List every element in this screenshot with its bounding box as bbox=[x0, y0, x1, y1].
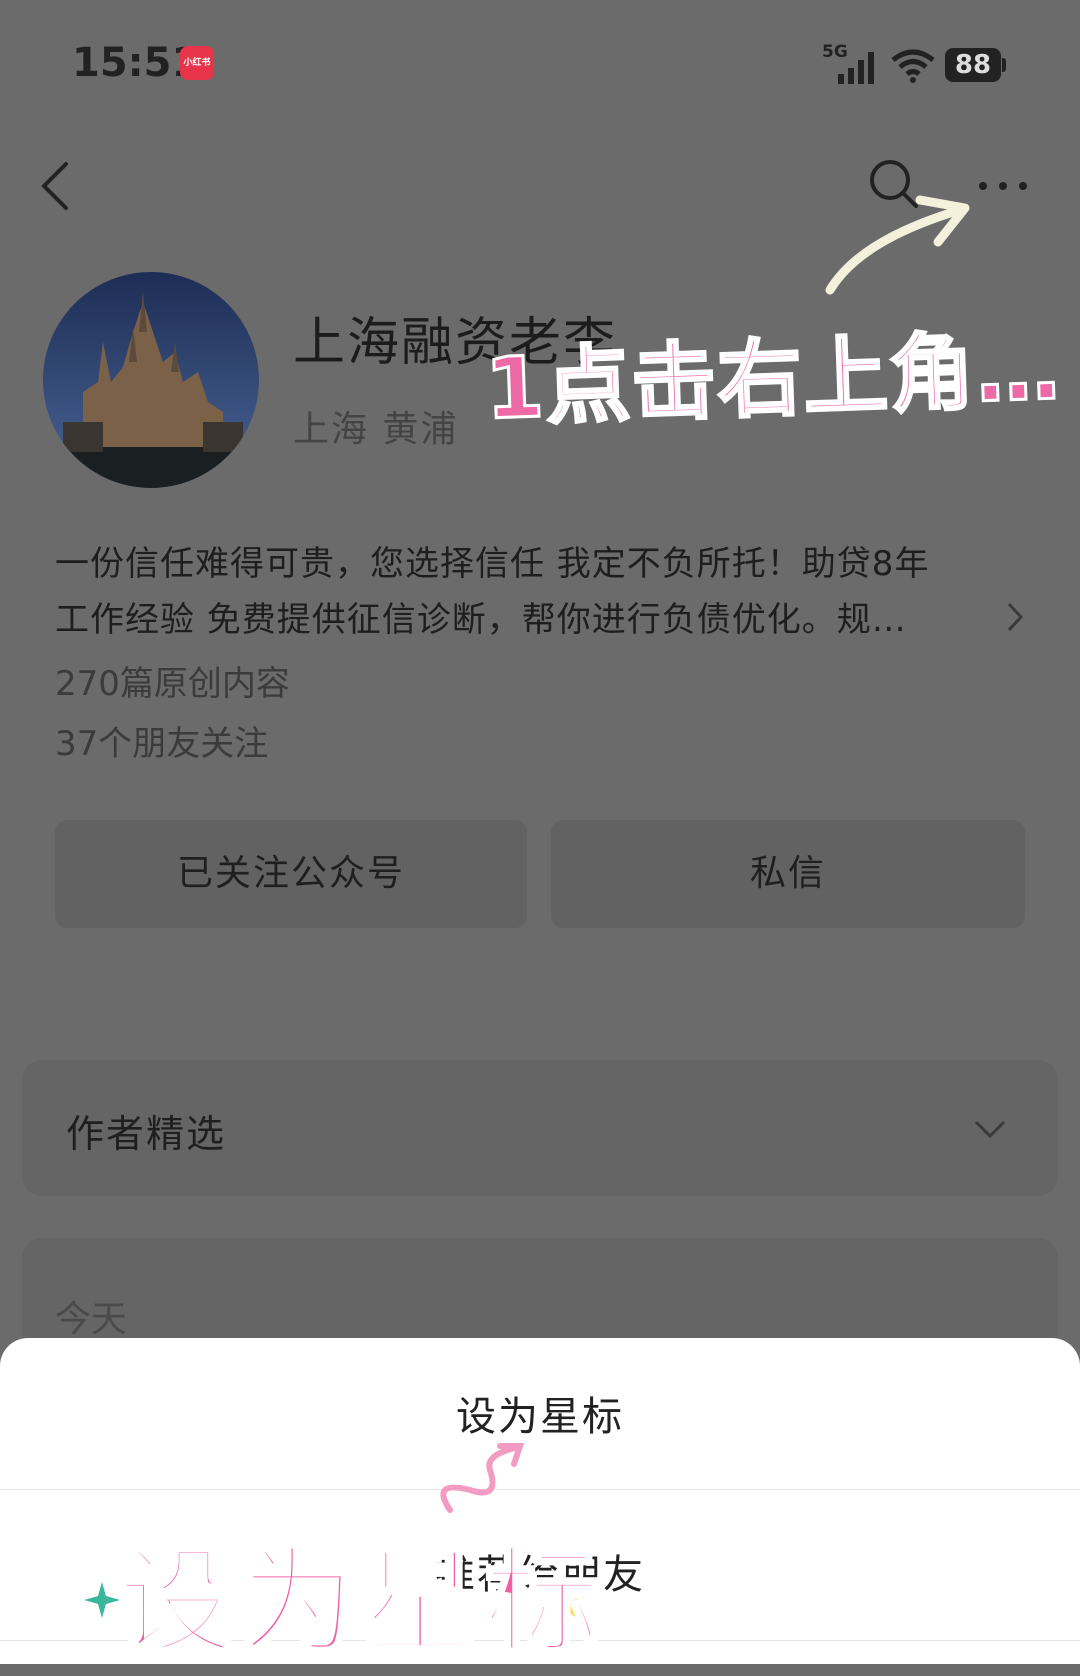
more-horizontal-icon[interactable] bbox=[976, 178, 1030, 194]
annotation-arrow-icon bbox=[825, 195, 970, 295]
sparkle-icon bbox=[84, 1582, 120, 1618]
friends-following: 37个朋友关注 bbox=[55, 724, 269, 764]
annotation-step-2: 设为星标 bbox=[116, 1533, 606, 1672]
author-picks-title: 作者精选 bbox=[66, 1112, 227, 1156]
app-badge-icon: 小红书 bbox=[180, 46, 214, 80]
account-location: 上海 黄浦 bbox=[293, 409, 459, 450]
bio-line-2: 工作经验 免费提供征信诊断，帮你进行负债优化。规… bbox=[55, 600, 907, 640]
back-chevron-icon[interactable] bbox=[36, 160, 72, 212]
private-message-button[interactable]: 私信 bbox=[551, 820, 1025, 928]
bio-expand-chevron-icon[interactable] bbox=[1005, 600, 1025, 634]
article-count: 270篇原创内容 bbox=[55, 664, 290, 704]
battery-tip bbox=[1002, 58, 1006, 72]
wifi-icon bbox=[891, 49, 935, 83]
today-label: 今天 bbox=[55, 1299, 128, 1340]
chevron-down-icon[interactable] bbox=[972, 1118, 1008, 1140]
annotation-step-1: 1点击右上角… bbox=[482, 318, 1065, 439]
followed-account-button[interactable]: 已关注公众号 bbox=[55, 820, 527, 928]
signal-icon bbox=[838, 52, 874, 84]
avatar[interactable] bbox=[43, 272, 259, 488]
bio-line-1: 一份信任难得可贵，您选择信任 我定不负所托！助贷8年 bbox=[55, 544, 930, 584]
battery-indicator: 88 bbox=[945, 48, 1001, 82]
set-star-option[interactable]: 设为星标 bbox=[0, 1384, 1080, 1442]
account-bio[interactable]: 一份信任难得可贵，您选择信任 我定不负所托！助贷8年 工作经验 免费提供征信诊断… bbox=[55, 536, 985, 648]
